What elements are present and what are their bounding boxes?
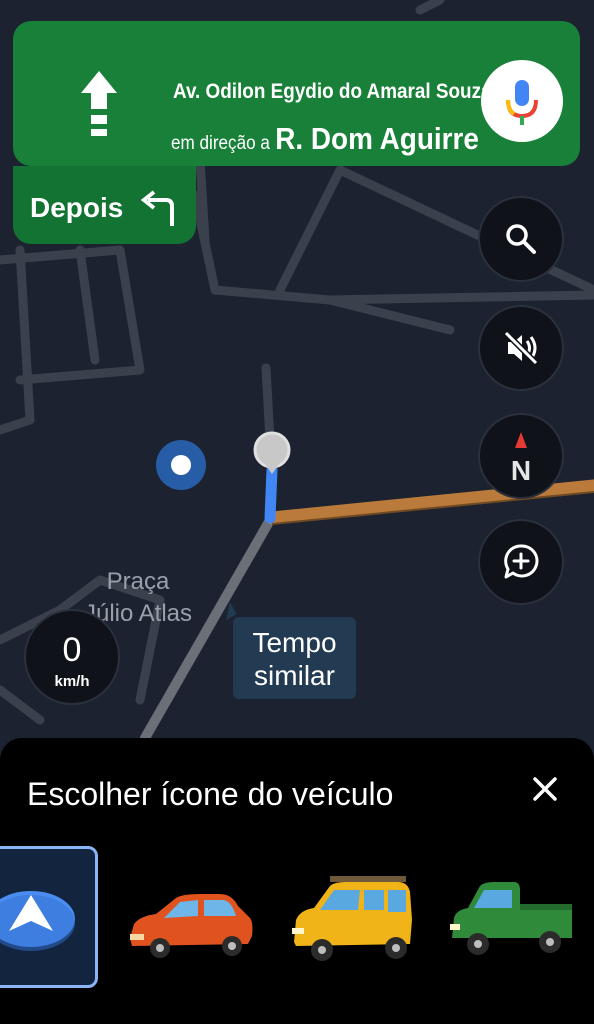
current-street: Av. Odilon Egydio do Amaral Souza xyxy=(173,80,492,103)
vehicle-option-green-pickup[interactable] xyxy=(446,846,594,988)
compass-button[interactable]: N xyxy=(480,415,562,497)
voice-search-button[interactable] xyxy=(481,60,563,142)
add-report-button[interactable] xyxy=(480,521,562,603)
sheet-title: Escolher ícone do veículo xyxy=(27,776,394,812)
vehicle-option-yellow-suv[interactable] xyxy=(286,846,446,988)
active-route xyxy=(264,464,278,524)
vehicle-option-arrow[interactable] xyxy=(0,846,98,988)
turn-left-icon xyxy=(140,190,174,226)
search-icon xyxy=(506,224,536,254)
toward-prefix: em direção a xyxy=(171,133,270,154)
search-button[interactable] xyxy=(480,198,562,280)
add-report-icon xyxy=(504,544,539,579)
navigation-banner[interactable]: Av. Odilon Egydio do Amaral Souza em dir… xyxy=(13,21,580,166)
vehicle-marker xyxy=(253,431,291,469)
compass-letter: N xyxy=(510,455,532,486)
toward-line: em direção a R. Dom Aguirre xyxy=(171,121,479,157)
speedometer: 0 km/h xyxy=(26,611,118,703)
speed-unit: km/h xyxy=(54,673,90,690)
route-callout[interactable]: Tempo similar xyxy=(233,617,356,699)
mute-icon xyxy=(503,330,539,366)
vehicle-icon-sheet: Escolher ícone do veículo xyxy=(0,738,594,1024)
callout-line2: similar xyxy=(254,660,335,691)
destination-street: R. Dom Aguirre xyxy=(275,121,479,156)
then-instruction[interactable]: Depois xyxy=(13,166,196,244)
speed-value: 0 xyxy=(62,631,82,669)
navigation-arrow-icon xyxy=(0,891,75,951)
close-icon[interactable] xyxy=(524,768,566,810)
arrow-up-icon xyxy=(81,71,117,136)
then-label: Depois xyxy=(30,192,124,223)
vehicle-option-red-sedan[interactable] xyxy=(120,846,280,988)
callout-line1: Tempo xyxy=(252,627,337,658)
mic-icon xyxy=(506,80,538,125)
mute-button[interactable] xyxy=(480,307,562,389)
